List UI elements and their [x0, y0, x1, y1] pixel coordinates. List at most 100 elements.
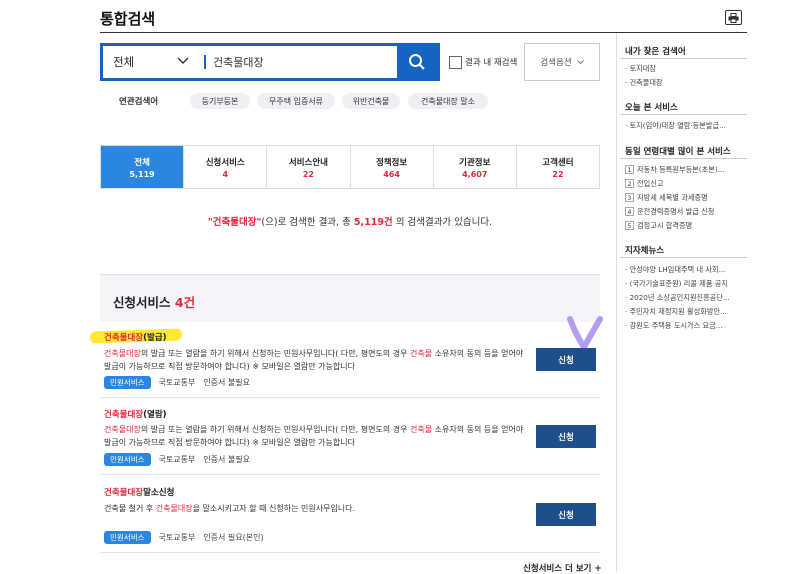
related-tag[interactable]: 위반건축물: [342, 93, 400, 109]
desc-keyword: 건축물대장: [104, 349, 141, 358]
news-item[interactable]: · 2020년 소상공인지원진흥공단...: [625, 293, 745, 303]
summary-text-end: 의 검색결과가 있습니다.: [395, 217, 493, 228]
printer-icon: [728, 12, 739, 23]
my-search-item[interactable]: · 토지대장: [625, 64, 745, 74]
result-item: 건축물대장(열람) 건축물대장의 발급 또는 열람을 하기 위해서 신청하는 민…: [100, 398, 600, 475]
tab-label: 서비스안내: [288, 157, 328, 168]
apply-button[interactable]: 신청: [536, 348, 596, 371]
category-badge: 민원서비스: [104, 376, 151, 389]
desc-text: 의 발급 또는 열람을 하기 위해서 신청하는 민원사무입니다( 다만, 평면도…: [140, 425, 408, 434]
section-title-text: 신청서비스: [113, 295, 171, 310]
cert-text: 인증서 불필요: [203, 455, 251, 464]
apply-button[interactable]: 신청: [536, 503, 596, 526]
result-item: 건축물대장말소신청 건축물 철거 후 건축물대장을 말소시키고자 할 때 신청하…: [100, 475, 600, 553]
title-keyword: 건축물대장: [104, 333, 144, 343]
today-viewed-title: 오늘 본 서비스: [625, 103, 678, 113]
popular-item[interactable]: 3 지방세 세목별 과세증명: [625, 193, 745, 203]
popular-services-title: 동일 연령대별 많이 본 서비스: [625, 147, 731, 157]
summary-query: "건축물대장": [207, 217, 262, 228]
sidebar-divider: [620, 58, 747, 59]
result-description: 건축물대장의 발급 또는 열람을 하기 위해서 신청하는 민원사무입니다( 다만…: [104, 347, 524, 373]
result-title-link[interactable]: 건축물대장(열람): [104, 408, 167, 420]
result-description: 건축물 철거 후 건축물대장을 말소시키고자 할 때 신청하는 민원사무입니다.: [104, 502, 524, 515]
my-search-item[interactable]: · 건축물대장: [625, 78, 745, 88]
tab-count: 5,119: [129, 169, 155, 179]
desc-keyword: 건축물: [409, 425, 433, 434]
desc-text: 을 말소시키고자 할 때 신청하는 민원사무입니다.: [192, 504, 356, 513]
tab-label: 전체: [134, 157, 150, 168]
search-scope-select[interactable]: 전체: [113, 46, 203, 78]
tab-apply-service[interactable]: 신청서비스 4: [184, 146, 268, 188]
section-header: 신청서비스 4건: [100, 274, 600, 322]
popular-item-label: 검정고시 합격증명: [637, 221, 693, 230]
title-keyword: 건축물대장: [104, 488, 144, 498]
desc-text: 건축물 철거 후: [104, 504, 154, 513]
popular-item-label: 자동차 등록원부등본(초본)...: [637, 165, 725, 174]
research-checkbox[interactable]: [449, 56, 462, 69]
news-item[interactable]: · 주민자치 재정지원 활성화방안...: [625, 307, 745, 317]
tab-label: 정책정보: [375, 157, 408, 168]
cert-text: 인증서 필요(본인): [203, 533, 264, 542]
summary-total: 5,119건: [353, 217, 393, 228]
print-button[interactable]: [725, 10, 742, 25]
my-searches-title: 내가 찾은 검색어: [625, 47, 686, 57]
desc-text: 의 발급 또는 열람을 하기 위해서 신청하는 민원사무입니다( 다만, 평면도…: [140, 349, 408, 358]
tab-count: 22: [552, 169, 564, 179]
result-item: 건축물대장(발급) 건축물대장의 발급 또는 열람을 하기 위해서 신청하는 민…: [100, 322, 600, 398]
news-item[interactable]: · 강원도 주택용 도시가스 요금...: [625, 321, 745, 331]
category-badge: 민원서비스: [104, 531, 151, 544]
related-tag[interactable]: 무주택 입증서류: [257, 93, 335, 109]
result-title-link[interactable]: 건축물대장말소신청: [104, 486, 174, 498]
result-description: 건축물대장의 발급 또는 열람을 하기 위해서 신청하는 민원사무입니다( 다만…: [104, 423, 524, 449]
tab-policy[interactable]: 정책정보 464: [351, 146, 434, 188]
search-options-button[interactable]: 검색옵션: [524, 43, 600, 81]
tab-service-guide[interactable]: 서비스안내 22: [267, 146, 351, 188]
tab-count: 464: [383, 169, 400, 179]
sidebar-divider: [620, 257, 747, 258]
tab-count: 4: [222, 169, 229, 179]
local-news-title: 지자체뉴스: [625, 246, 665, 256]
desc-keyword: 건축물대장: [155, 504, 193, 513]
item-divider: [100, 552, 600, 553]
popular-item[interactable]: 5 검정고시 합격증명: [625, 221, 745, 231]
title-rest: 말소신청: [143, 488, 175, 498]
title-rest: (열람): [143, 410, 167, 420]
tab-count: 4,607: [462, 169, 488, 179]
search-caret: [204, 55, 206, 69]
tab-agency[interactable]: 기관정보 4,607: [434, 146, 517, 188]
popular-item-label: 전입신고: [637, 179, 664, 188]
search-scope-value: 전체: [113, 55, 135, 69]
news-item[interactable]: · 안성야양 LH임대주택 내 사회...: [625, 265, 745, 275]
tab-label: 신청서비스: [205, 157, 245, 168]
tab-all[interactable]: 전체 5,119: [101, 146, 185, 188]
news-item[interactable]: · (국가기술표준원) 리콜 제품 공지: [625, 279, 745, 289]
related-tag[interactable]: 등기부등본: [190, 93, 250, 109]
popular-item[interactable]: 4 운전경력증명서 발급 신청: [625, 207, 745, 217]
page-title: 통합검색: [100, 10, 156, 28]
popular-item[interactable]: 2 전입신고: [625, 179, 745, 189]
tab-count: 22: [302, 169, 314, 179]
agency-text: 국토교통부: [158, 455, 196, 464]
sidebar-border: [616, 33, 617, 572]
popular-item[interactable]: 1 자동차 등록원부등본(초본)...: [625, 165, 745, 175]
tab-label: 기관정보: [459, 157, 491, 168]
result-meta: 민원서비스 국토교통부 인증서 필요(본인): [104, 531, 264, 544]
result-meta: 민원서비스 국토교통부 인증서 불필요: [104, 376, 250, 389]
result-title-link[interactable]: 건축물대장(발급): [104, 331, 167, 343]
today-viewed-item[interactable]: · 토지(임야)대장 열람·등본발급...: [625, 121, 745, 131]
search-button[interactable]: [397, 46, 437, 78]
agency-text: 국토교통부: [158, 533, 196, 542]
apply-button[interactable]: 신청: [536, 425, 596, 448]
tab-label: 고객센터: [542, 157, 574, 168]
search-options-label: 검색옵션: [540, 58, 572, 68]
more-services-link[interactable]: 신청서비스 더 보기 +: [523, 562, 602, 574]
tab-customer-center[interactable]: 고객센터 22: [517, 146, 599, 188]
category-badge: 민원서비스: [104, 453, 151, 466]
search-input[interactable]: [213, 51, 393, 73]
section-count: 4건: [174, 295, 196, 310]
header-divider: [100, 32, 747, 33]
related-tag[interactable]: 건축물대장 말소: [408, 93, 488, 109]
sidebar-divider: [620, 114, 747, 115]
sidebar-divider: [620, 158, 747, 159]
title-rest: (발급): [143, 333, 167, 343]
